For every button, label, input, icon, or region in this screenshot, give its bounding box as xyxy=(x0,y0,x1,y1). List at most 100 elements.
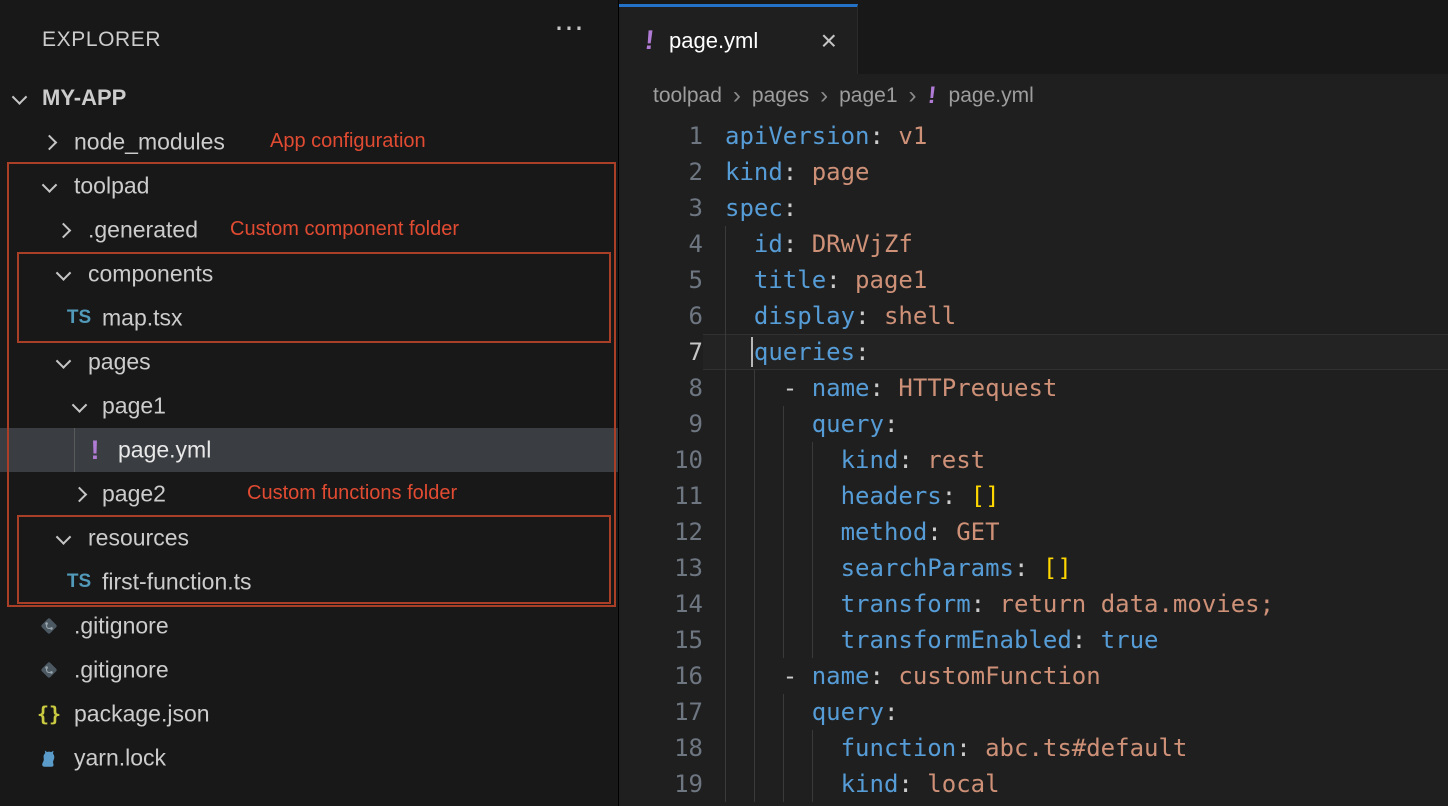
chevron-down-icon xyxy=(55,529,71,545)
code-line-19[interactable]: 19 kind: local xyxy=(619,766,1448,802)
indent-guide xyxy=(783,730,784,766)
code-line-content: display: shell xyxy=(703,298,1448,334)
code-line-14[interactable]: 14 transform: return data.movies; xyxy=(619,586,1448,622)
line-number: 18 xyxy=(619,730,703,766)
code-line-6[interactable]: 6 display: shell xyxy=(619,298,1448,334)
tree-item-label: page1 xyxy=(102,393,166,420)
code-line-7[interactable]: 7 queries: xyxy=(619,334,1448,370)
tree-item-label: .gitignore xyxy=(74,613,169,640)
annotation-app-configuration: App configuration xyxy=(270,130,426,153)
code-line-content: apiVersion: v1 xyxy=(703,118,1448,154)
indent-guide xyxy=(783,694,784,730)
tree-item-label: first-function.ts xyxy=(102,569,252,596)
indent-guide xyxy=(783,622,784,658)
indent-guide xyxy=(754,622,755,658)
tree-item-page1[interactable]: page1 xyxy=(0,384,618,428)
indent-guide xyxy=(725,334,726,370)
code-line-12[interactable]: 12 method: GET xyxy=(619,514,1448,550)
indent-guide xyxy=(754,406,755,442)
tree-item-label: page2 xyxy=(102,481,166,508)
code-line-9[interactable]: 9 query: xyxy=(619,406,1448,442)
code-line-11[interactable]: 11 headers: [] xyxy=(619,478,1448,514)
chevron-down-icon xyxy=(11,89,27,105)
indent-guide xyxy=(725,478,726,514)
code-line-content: transform: return data.movies; xyxy=(703,586,1448,622)
code-line-3[interactable]: 3spec: xyxy=(619,190,1448,226)
indent-guide xyxy=(725,442,726,478)
code-line-4[interactable]: 4 id: DRwVjZf xyxy=(619,226,1448,262)
yaml-warning-icon: ! xyxy=(926,82,937,110)
line-number: 3 xyxy=(619,190,703,226)
yaml-warning-icon: ! xyxy=(83,436,107,464)
code-line-content: headers: [] xyxy=(703,478,1448,514)
tree-item-label: toolpad xyxy=(74,173,149,200)
tree-item-toolpad[interactable]: toolpad xyxy=(0,164,618,208)
code-line-content: - name: HTTPrequest xyxy=(703,370,1448,406)
tree-item-map-tsx[interactable]: TSmap.tsx xyxy=(0,296,618,340)
tree-item-gitignore[interactable]: .gitignore xyxy=(0,648,618,692)
indent-guide xyxy=(783,442,784,478)
vscode-window: EXPLORER ⋯ MY-APPnode_modulestoolpad.gen… xyxy=(0,0,1448,806)
code-area[interactable]: 1apiVersion: v12kind: page3spec:4 id: DR… xyxy=(619,118,1448,806)
indent-guide xyxy=(783,586,784,622)
tree-item-label: map.tsx xyxy=(102,305,183,332)
explorer-title: EXPLORER xyxy=(42,28,161,52)
tree-item-label: package.json xyxy=(74,701,210,728)
editor-group: ! page.yml × toolpad›pages›page1›!page.y… xyxy=(619,0,1448,806)
breadcrumb-separator-icon: › xyxy=(909,82,917,110)
indent-guide xyxy=(725,694,726,730)
explorer-more-actions-icon[interactable]: ⋯ xyxy=(554,14,584,44)
tree-item-first-function-ts[interactable]: TSfirst-function.ts xyxy=(0,560,618,604)
line-number: 12 xyxy=(619,514,703,550)
code-line-content: id: DRwVjZf xyxy=(703,226,1448,262)
chevron-right-icon xyxy=(55,222,71,238)
indent-guide xyxy=(783,478,784,514)
breadcrumb-item-page-yml[interactable]: page.yml xyxy=(949,84,1034,108)
indent-guide xyxy=(812,478,813,514)
tab-close-icon[interactable]: × xyxy=(821,27,837,55)
tree-item-label: pages xyxy=(88,349,151,376)
indent-guide xyxy=(754,766,755,802)
indent-guide xyxy=(783,550,784,586)
chevron-down-icon xyxy=(41,177,57,193)
code-line-8[interactable]: 8 - name: HTTPrequest xyxy=(619,370,1448,406)
tree-item-gitignore[interactable]: .gitignore xyxy=(0,604,618,648)
line-number: 2 xyxy=(619,154,703,190)
tree-item-yarn-lock[interactable]: yarn.lock xyxy=(0,736,618,780)
indent-guide xyxy=(725,658,726,694)
code-line-17[interactable]: 17 query: xyxy=(619,694,1448,730)
code-line-1[interactable]: 1apiVersion: v1 xyxy=(619,118,1448,154)
tree-item-my-app[interactable]: MY-APP xyxy=(0,76,618,120)
tree-item-label: MY-APP xyxy=(42,85,126,111)
line-number: 10 xyxy=(619,442,703,478)
indent-guide xyxy=(812,766,813,802)
tree-item-page-yml[interactable]: !page.yml xyxy=(0,428,618,472)
indent-guide xyxy=(725,370,726,406)
tab-page-yml[interactable]: ! page.yml × xyxy=(619,4,858,74)
code-line-2[interactable]: 2kind: page xyxy=(619,154,1448,190)
code-line-18[interactable]: 18 function: abc.ts#default xyxy=(619,730,1448,766)
tree-item-label: yarn.lock xyxy=(74,745,166,772)
breadcrumb-item-pages[interactable]: pages xyxy=(752,84,809,108)
code-line-13[interactable]: 13 searchParams: [] xyxy=(619,550,1448,586)
tree-item-components[interactable]: components xyxy=(0,252,618,296)
tree-item-package-json[interactable]: {}package.json xyxy=(0,692,618,736)
line-number: 8 xyxy=(619,370,703,406)
indent-guide xyxy=(725,766,726,802)
code-line-content: queries: xyxy=(703,334,1448,370)
line-number: 14 xyxy=(619,586,703,622)
tree-item-pages[interactable]: pages xyxy=(0,340,618,384)
code-line-content: kind: local xyxy=(703,766,1448,802)
code-line-content: spec: xyxy=(703,190,1448,226)
indent-guide xyxy=(725,514,726,550)
indent-guide xyxy=(725,406,726,442)
tree-item-resources[interactable]: resources xyxy=(0,516,618,560)
indent-guide xyxy=(754,442,755,478)
code-line-10[interactable]: 10 kind: rest xyxy=(619,442,1448,478)
code-line-5[interactable]: 5 title: page1 xyxy=(619,262,1448,298)
breadcrumb-item-toolpad[interactable]: toolpad xyxy=(653,84,722,108)
breadcrumb-item-page1[interactable]: page1 xyxy=(839,84,897,108)
code-line-16[interactable]: 16 - name: customFunction xyxy=(619,658,1448,694)
code-line-15[interactable]: 15 transformEnabled: true xyxy=(619,622,1448,658)
indent-guide xyxy=(725,550,726,586)
